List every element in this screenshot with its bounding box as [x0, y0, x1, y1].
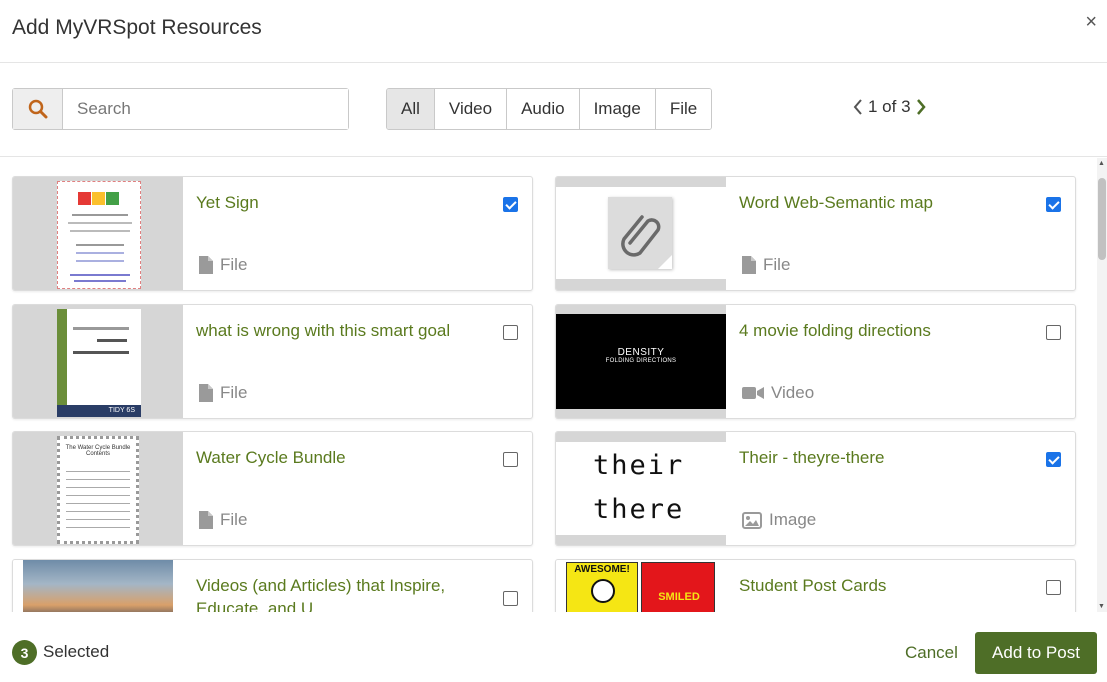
dialog-title: Add MyVRSpot Resources [12, 16, 262, 39]
filter-image[interactable]: Image [579, 89, 656, 129]
resource-checkbox[interactable] [1046, 197, 1061, 212]
resource-type: File [199, 383, 247, 403]
thumb-footer-text: TIDY 6S [57, 405, 141, 417]
chevron-right-icon[interactable] [915, 98, 927, 116]
image-icon [742, 511, 762, 529]
resource-type-label: File [220, 383, 248, 402]
add-to-post-button[interactable]: Add to Post [975, 632, 1097, 674]
dialog-header: Add MyVRSpot Resources × [0, 0, 1107, 63]
resource-type: Video [742, 383, 814, 403]
scroll-up-icon[interactable]: ▲ [1098, 160, 1105, 167]
scrollbar[interactable]: ▲ ▼ [1097, 158, 1107, 612]
file-icon [742, 256, 756, 274]
resource-list: Yet Sign File Word Web-Semantic map File [0, 158, 1107, 612]
resource-card[interactable]: Yet Sign File [12, 176, 533, 291]
page-indicator: 1 of 3 [868, 97, 911, 116]
pager: 1 of 3 [852, 97, 927, 117]
resource-type-label: File [220, 510, 248, 529]
resource-card[interactable]: The Water Cycle Bundle Contents Water Cy… [12, 431, 533, 546]
resource-checkbox[interactable] [503, 197, 518, 212]
resource-type: File [199, 510, 247, 530]
resource-checkbox[interactable] [503, 452, 518, 467]
search-box [12, 88, 349, 130]
resource-checkbox[interactable] [1046, 580, 1061, 595]
resource-type: File [199, 255, 247, 275]
cancel-button[interactable]: Cancel [905, 643, 958, 663]
resource-card[interactable]: AWESOME! SMILED Student Post Cards [555, 559, 1076, 612]
resource-type-label: File [220, 255, 248, 274]
thumb-line2: there [593, 494, 685, 525]
resource-title[interactable]: Word Web-Semantic map [739, 191, 1024, 214]
resource-card[interactable]: Word Web-Semantic map File [555, 176, 1076, 291]
selected-label: Selected [43, 642, 110, 661]
resource-card[interactable]: DENSITY FOLDING DIRECTIONS 4 movie foldi… [555, 304, 1076, 419]
toolbar: All Video Audio Image File 1 of 3 [0, 63, 1107, 157]
thumb-right-text: SMILED [658, 591, 700, 603]
thumb-line2: FOLDING DIRECTIONS [605, 358, 677, 364]
resource-thumbnail: The Water Cycle Bundle Contents [13, 432, 183, 545]
resource-title[interactable]: Their - theyre-there [739, 446, 1024, 469]
search-input[interactable] [63, 89, 348, 129]
resource-title[interactable]: 4 movie folding directions [739, 319, 1024, 342]
video-icon [742, 387, 764, 399]
resource-title[interactable]: Student Post Cards [739, 574, 1024, 597]
file-icon [199, 384, 213, 402]
search-icon [28, 99, 47, 119]
resource-checkbox[interactable] [1046, 452, 1061, 467]
thumb-line1: DENSITY [617, 347, 665, 358]
resource-type: Image [742, 510, 816, 530]
dialog-footer: 3 Selected Cancel Add to Post [0, 612, 1107, 682]
resource-thumbnail: AWESOME! SMILED [556, 560, 726, 612]
resource-title[interactable]: Videos (and Articles) that Inspire, Educ… [196, 574, 481, 612]
chevron-left-icon[interactable] [852, 98, 864, 116]
resource-card[interactable]: their there Their - theyre-there Image [555, 431, 1076, 546]
resource-thumbnail [13, 177, 183, 290]
resource-thumbnail: DENSITY FOLDING DIRECTIONS [556, 305, 726, 418]
resource-title[interactable]: Water Cycle Bundle [196, 446, 481, 469]
resource-checkbox[interactable] [503, 591, 518, 606]
resource-card[interactable]: TIDY 6S what is wrong with this smart go… [12, 304, 533, 419]
resource-thumbnail [556, 177, 726, 290]
resource-thumbnail: their there [556, 432, 726, 545]
scrollbar-thumb[interactable] [1098, 178, 1106, 260]
resource-checkbox[interactable] [1046, 325, 1061, 340]
search-button[interactable] [13, 89, 63, 129]
selected-count-badge: 3 [12, 640, 37, 665]
file-icon [199, 511, 213, 529]
file-icon [199, 256, 213, 274]
resource-type-label: File [763, 255, 791, 274]
scroll-down-icon[interactable]: ▼ [1098, 603, 1105, 610]
filter-video[interactable]: Video [434, 89, 508, 129]
resource-type-label: Image [769, 510, 817, 529]
resource-title[interactable]: Yet Sign [196, 191, 481, 214]
resource-thumbnail: TIDY 6S [13, 305, 183, 418]
resource-card[interactable]: Videos (and Articles) that Inspire, Educ… [12, 559, 533, 612]
thumb-sub: Contents [85, 451, 110, 457]
filter-audio[interactable]: Audio [507, 89, 580, 129]
filter-file[interactable]: File [655, 89, 712, 129]
paperclip-icon [621, 215, 672, 269]
resource-type-label: Video [771, 383, 815, 402]
resource-type: File [742, 255, 790, 275]
close-icon[interactable]: × [1085, 12, 1097, 32]
resource-thumbnail [13, 560, 183, 612]
type-filter-group: All Video Audio Image File [386, 88, 713, 130]
filter-all[interactable]: All [387, 89, 435, 129]
resource-checkbox[interactable] [503, 325, 518, 340]
thumb-left-text: AWESOME! [574, 564, 630, 575]
thumb-line1: their [593, 450, 685, 481]
resource-title[interactable]: what is wrong with this smart goal [196, 319, 481, 342]
